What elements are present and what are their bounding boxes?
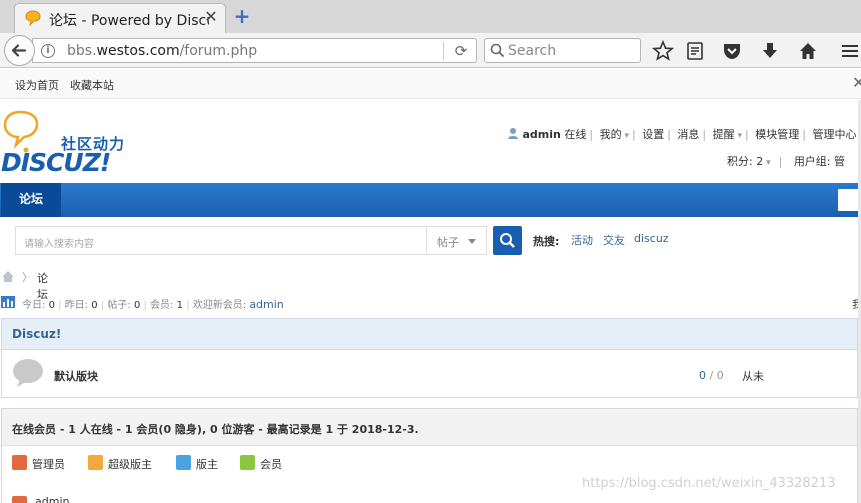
- main-nav: 论坛: [0, 183, 861, 217]
- discuz-favicon-icon: [25, 10, 41, 26]
- my-menu[interactable]: 我的: [600, 128, 622, 141]
- topbar-close-icon[interactable]: ✕: [852, 73, 861, 92]
- yesterday-count: 0: [91, 300, 98, 311]
- usergroup-label[interactable]: 用户组: 管: [794, 155, 845, 168]
- chevron-down-icon: [468, 239, 476, 244]
- settings-link[interactable]: 设置: [642, 128, 664, 141]
- tab-close-icon[interactable]: ✕: [203, 9, 219, 25]
- pocket-icon[interactable]: [721, 40, 743, 62]
- new-tab-button[interactable]: +: [232, 6, 252, 26]
- hot-search-link[interactable]: 活动: [571, 232, 593, 248]
- bookmark-site-link[interactable]: 收藏本站: [70, 77, 114, 93]
- super-moderator-role-icon: [88, 455, 103, 470]
- online-user-icon: [12, 496, 27, 503]
- home-icon[interactable]: [797, 40, 819, 62]
- online-status: 在线: [564, 128, 587, 141]
- watermark-text: https://blog.csdn.net/weixin_43328213: [582, 476, 836, 491]
- forum-last-post: 从未: [742, 370, 764, 383]
- user-icon: [508, 128, 518, 139]
- browser-tab[interactable]: 论坛 - Powered by Discuz! ✕: [14, 3, 226, 33]
- url-path: /forum.php: [179, 43, 258, 59]
- search-icon: [500, 233, 515, 248]
- search-bar[interactable]: Search: [484, 38, 641, 63]
- forum-group: Discuz! 默认版块 0 / 0 从未: [1, 318, 858, 398]
- hot-search-label: 热搜:: [533, 235, 560, 248]
- url-separator: [443, 42, 444, 60]
- forum-search-row: 请输入搜索内容 帖子 热搜: 活动 交友 discuz: [0, 217, 861, 262]
- back-button[interactable]: [4, 35, 35, 66]
- forum-counts: 0 / 0: [699, 369, 724, 382]
- posts-count: 0: [133, 300, 141, 311]
- username-link[interactable]: admin: [523, 128, 561, 141]
- bookmark-star-icon[interactable]: [652, 40, 674, 62]
- user-credits-bar: 积分: 2 ▾ | 用户组: 管: [727, 155, 846, 168]
- site-topbar: 设为首页 收藏本站 ✕: [0, 69, 861, 99]
- legend-label: 版主: [196, 458, 218, 471]
- member-role-icon: [240, 455, 255, 470]
- forum-thread-count: 0: [699, 369, 706, 382]
- home-icon[interactable]: [1, 270, 15, 283]
- online-header: 在线会员 - 1 人在线 - 1 会员(0 隐身), 0 位游客 - 最高记录是…: [2, 409, 857, 446]
- downloads-icon[interactable]: [759, 40, 781, 62]
- newest-member-link[interactable]: admin: [249, 298, 283, 311]
- notices-link[interactable]: 提醒: [713, 128, 735, 141]
- breadcrumb-separator: 〉: [22, 271, 33, 284]
- forum-group-header: Discuz!: [2, 319, 857, 350]
- members-label: 会员:: [150, 300, 174, 311]
- online-user-link[interactable]: admin: [35, 495, 69, 503]
- forum-bubble-icon[interactable]: [11, 358, 45, 388]
- search-placeholder: Search: [508, 43, 557, 59]
- user-bar: admin 在线 | 我的 ▾ | 设置 | 消息 | 提醒 ▾ | 模块管理 | 管理中心: [507, 126, 856, 142]
- reading-list-icon[interactable]: [684, 40, 706, 62]
- stats-chart-icon: [1, 296, 15, 308]
- today-label: 今日:: [22, 300, 46, 311]
- legend-label: 会员: [260, 458, 282, 471]
- set-homepage-link[interactable]: 设为首页: [15, 77, 59, 93]
- legend-label: 管理员: [32, 458, 65, 471]
- forum-row: 默认版块 0 / 0 从未: [2, 350, 857, 398]
- welcome-label: 欢迎新会员:: [192, 300, 247, 311]
- members-count: 1: [176, 300, 183, 311]
- yesterday-label: 昨日:: [64, 300, 89, 311]
- url-domain: westos.com: [96, 43, 180, 59]
- hot-search-link[interactable]: 交友: [603, 232, 625, 248]
- url-text[interactable]: bbs.westos.com/forum.php: [67, 43, 257, 59]
- tab-title: 论坛 - Powered by Discuz!: [49, 13, 209, 29]
- forum-search-input[interactable]: 请输入搜索内容: [15, 226, 426, 255]
- forum-group-title[interactable]: Discuz!: [12, 327, 61, 341]
- hot-search-link[interactable]: discuz: [634, 232, 669, 245]
- logo-wordmark: DISCUZ!: [1, 148, 111, 177]
- credits-menu[interactable]: 积分: 2: [727, 155, 763, 168]
- today-count: 0: [48, 300, 55, 311]
- legend-label: 超级版主: [108, 458, 152, 471]
- reload-icon[interactable]: ⟳: [451, 41, 471, 61]
- browser-tab-bar: 论坛 - Powered by Discuz! ✕ +: [0, 0, 861, 33]
- menu-icon[interactable]: [838, 40, 860, 62]
- url-prefix: bbs.: [67, 43, 97, 59]
- stats-text: 今日: 0 | 昨日: 0 | 帖子: 0 | 会员: 1 | 欢迎新会员: a…: [22, 298, 284, 311]
- messages-link[interactable]: 消息: [677, 128, 699, 141]
- posts-label: 帖子:: [107, 300, 131, 311]
- online-title[interactable]: 在线会员 - 1 人在线 - 1 会员(0 隐身), 0 位游客 - 最高记录是…: [12, 421, 419, 437]
- back-arrow-icon: [11, 44, 27, 57]
- forum-post-count: 0: [716, 369, 724, 382]
- module-manage-link[interactable]: 模块管理: [755, 128, 799, 141]
- browser-toolbar: i bbs.westos.com/forum.php ⟳ Search: [0, 33, 861, 68]
- search-icon: [490, 43, 505, 58]
- site-info-icon[interactable]: i: [41, 44, 55, 58]
- forum-name-link[interactable]: 默认版块: [54, 368, 98, 384]
- search-submit-button[interactable]: [493, 226, 522, 255]
- admin-center-link[interactable]: 管理中心: [812, 128, 856, 141]
- site-logo[interactable]: 社区动力 DISCUZ!: [0, 108, 140, 180]
- nav-item-forum[interactable]: 论坛: [1, 183, 61, 217]
- moderator-role-icon: [176, 455, 191, 470]
- admin-role-icon: [12, 455, 27, 470]
- search-type-select[interactable]: 帖子: [426, 226, 487, 255]
- forum-stats: 今日: 0 | 昨日: 0 | 帖子: 0 | 会员: 1 | 欢迎新会员: a…: [0, 294, 861, 312]
- url-bar[interactable]: i bbs.westos.com/forum.php ⟳: [32, 38, 477, 63]
